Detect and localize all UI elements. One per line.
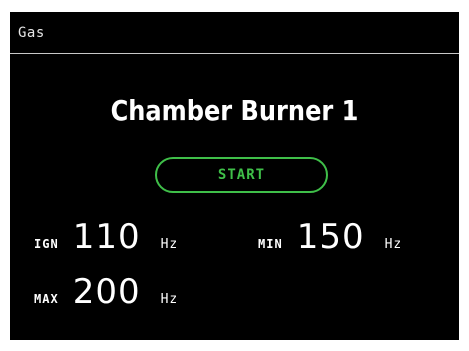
min-label: MIN — [258, 237, 283, 251]
max-unit: Hz — [160, 292, 179, 307]
ign-value: 110 — [72, 217, 141, 257]
max-label: MAX — [34, 292, 59, 306]
max-value: 200 — [72, 272, 141, 312]
start-button[interactable]: START — [155, 157, 328, 193]
min-unit: Hz — [384, 237, 403, 252]
device-screen: Gas Chamber Burner 1 START IGN 110 Hz MI… — [10, 12, 459, 340]
ign-unit: Hz — [160, 237, 179, 252]
ign-label: IGN — [34, 237, 59, 251]
ign-frequency: IGN 110 Hz — [34, 217, 178, 257]
min-value: 150 — [296, 217, 365, 257]
header-title: Gas — [18, 25, 45, 41]
device-title: Chamber Burner 1 — [110, 94, 359, 127]
min-frequency: MIN 150 Hz — [258, 217, 402, 257]
start-button-label: START — [217, 167, 266, 183]
max-frequency: MAX 200 Hz — [34, 272, 178, 312]
header-bar: Gas — [10, 12, 459, 54]
